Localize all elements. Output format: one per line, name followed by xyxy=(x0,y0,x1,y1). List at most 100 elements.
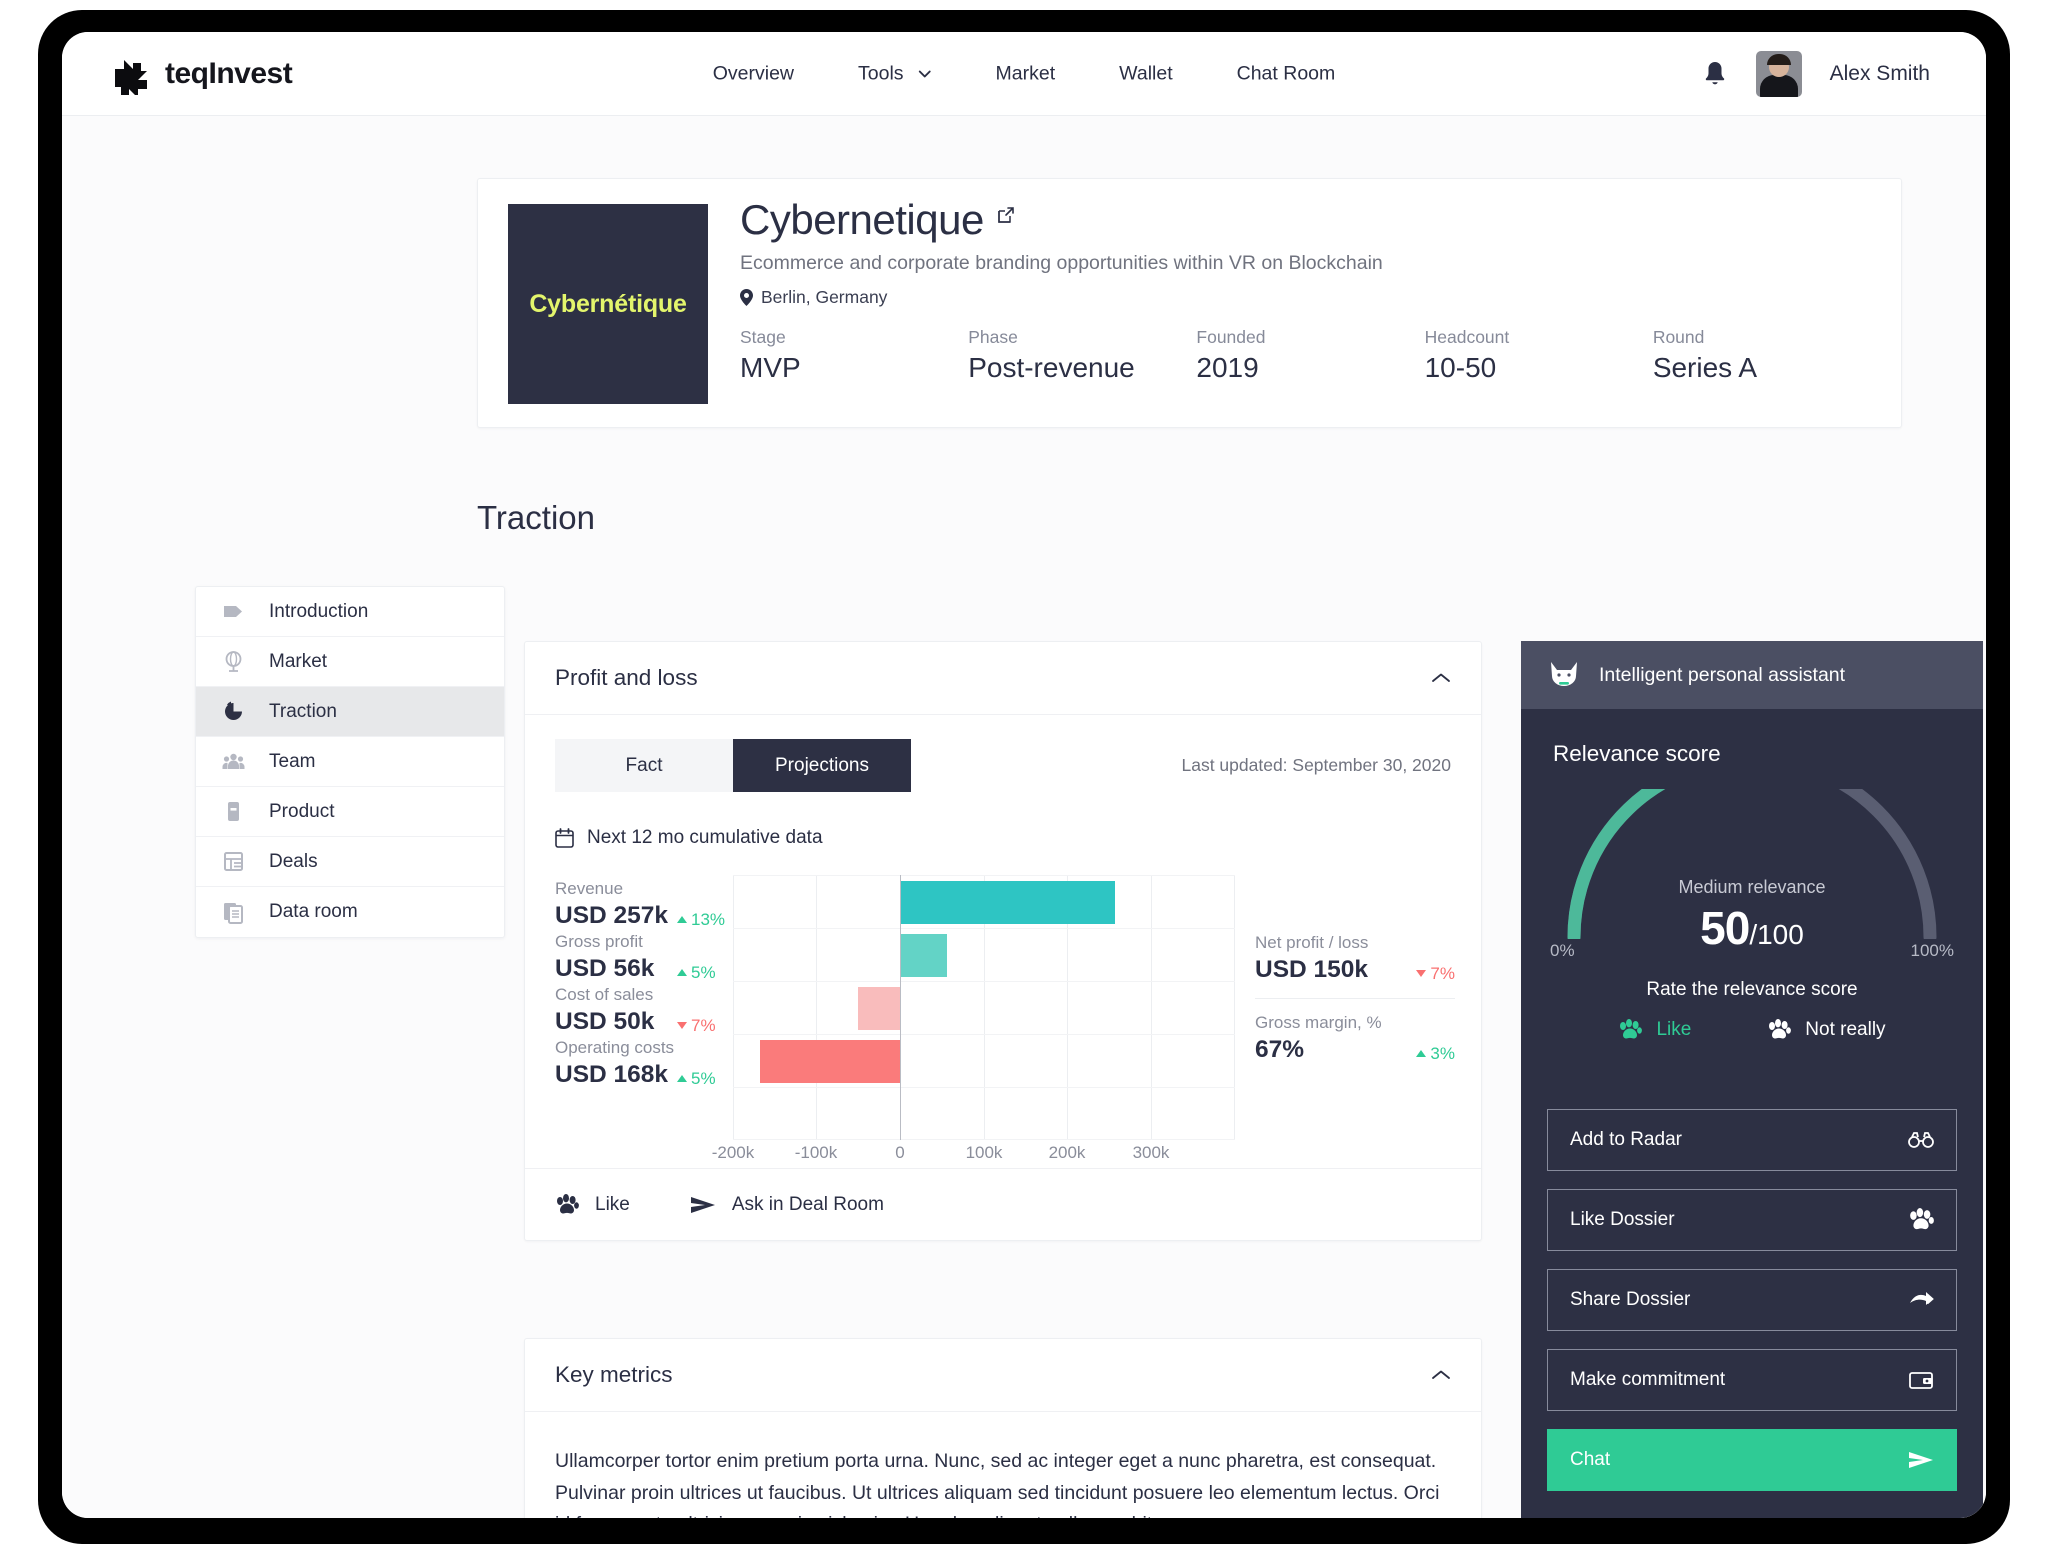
make-commitment-button[interactable]: Make commitment xyxy=(1547,1349,1957,1411)
x-tick-label: 300k xyxy=(1132,1143,1170,1162)
nav-links: Overview Tools Market Wallet Chat Room xyxy=(681,52,1368,95)
delta-text: 7% xyxy=(1430,963,1455,983)
card-title: Profit and loss xyxy=(555,665,698,690)
triangle-down-icon xyxy=(1416,970,1427,977)
sidebar-item-market[interactable]: Market xyxy=(196,637,504,687)
nav-link-chat-room[interactable]: Chat Room xyxy=(1205,52,1368,95)
action-label: Ask in Deal Room xyxy=(731,1193,884,1215)
chevron-up-icon[interactable] xyxy=(1431,1369,1451,1381)
gauge-caption: Medium relevance xyxy=(1678,877,1826,897)
bar-cost-of-sales xyxy=(858,987,900,1030)
page-body: Cybernétique Cybernetique Ecommerce and … xyxy=(62,116,1986,1518)
row-label-value: USD 257k xyxy=(555,902,669,929)
share-arrow-icon xyxy=(1908,1289,1934,1311)
chart-row-cost-of-sales: Cost of sales USD 50k 7% xyxy=(555,985,733,1036)
avatar[interactable] xyxy=(1755,50,1802,97)
sidebar-item-data-room[interactable]: Data room xyxy=(196,887,504,937)
gridline-h xyxy=(733,928,1235,929)
like-button[interactable]: Like xyxy=(555,1193,630,1216)
add-to-radar-button[interactable]: Add to Radar xyxy=(1547,1109,1957,1171)
pl-card-actions: Like Ask in Deal Room xyxy=(525,1168,1481,1240)
rate-actions: Like Not really xyxy=(1521,1019,1983,1041)
nav-link-wallet[interactable]: Wallet xyxy=(1087,52,1204,95)
nav-link-label: Market xyxy=(995,62,1056,84)
row-label-value: USD 168k xyxy=(555,1061,669,1088)
ask-in-deal-room-button[interactable]: Ask in Deal Room xyxy=(690,1194,884,1216)
user-name[interactable]: Alex Smith xyxy=(1830,62,1930,86)
table-icon xyxy=(222,850,245,873)
calendar-icon xyxy=(555,828,574,848)
company-stats: Stage MVP Phase Post-revenue Founded 201… xyxy=(740,327,1881,384)
row-label-name: Cost of sales xyxy=(555,985,654,1004)
gridline-h xyxy=(733,1139,1235,1140)
bell-icon[interactable] xyxy=(1702,60,1728,88)
chat-button[interactable]: Chat xyxy=(1547,1429,1957,1491)
row-label-name: Revenue xyxy=(555,879,624,898)
sidebar-item-traction[interactable]: Traction xyxy=(196,687,504,737)
gridline-h xyxy=(733,875,1235,876)
row-label-delta: 13% xyxy=(677,910,725,930)
bar-operating-costs xyxy=(760,1040,900,1083)
tablet-frame: teqInvest Overview Tools Market Wallet C… xyxy=(38,10,2010,1544)
paw-icon xyxy=(1908,1208,1934,1231)
brand-logo[interactable]: teqInvest xyxy=(112,53,293,95)
triangle-up-icon xyxy=(677,969,687,976)
rate-like-button[interactable]: Like xyxy=(1618,1019,1691,1041)
tab-fact[interactable]: Fact xyxy=(555,739,733,792)
company-logo-text: Cybernétique xyxy=(529,289,687,318)
like-dossier-button[interactable]: Like Dossier xyxy=(1547,1189,1957,1251)
map-pin-icon xyxy=(740,289,753,307)
metric-gross-margin: Gross margin, % 67% 3% xyxy=(1255,998,1455,1078)
gauge-score-value: 50 xyxy=(1700,902,1750,954)
chevron-up-icon[interactable] xyxy=(1431,672,1451,684)
nav-link-tools[interactable]: Tools xyxy=(826,52,964,95)
external-link-icon[interactable] xyxy=(996,205,1016,225)
profit-and-loss-header: Profit and loss xyxy=(525,642,1481,715)
relevance-gauge: Medium relevance 50/100 0% 100% xyxy=(1546,752,1958,961)
stat-value: 2019 xyxy=(1196,352,1259,383)
share-dossier-button[interactable]: Share Dossier xyxy=(1547,1269,1957,1331)
sidebar-item-introduction[interactable]: Introduction xyxy=(196,587,504,637)
x-tick-label: -200k xyxy=(711,1143,755,1162)
gauge-min-label: 0% xyxy=(1550,941,1575,960)
nav-link-market[interactable]: Market xyxy=(964,52,1088,95)
nav-link-overview[interactable]: Overview xyxy=(681,52,826,95)
company-location-text: Berlin, Germany xyxy=(761,287,888,308)
metric-label: Net profit / loss xyxy=(1255,933,1369,952)
sidebar-item-deals[interactable]: Deals xyxy=(196,837,504,887)
screen: teqInvest Overview Tools Market Wallet C… xyxy=(62,32,1986,1518)
sidebar-item-label: Traction xyxy=(269,700,337,722)
stat-label: Phase xyxy=(968,327,1018,347)
gridline-v xyxy=(733,875,734,1140)
chevron-down-icon xyxy=(918,70,931,78)
metric-net-profit-loss: Net profit / loss USD 150k 7% xyxy=(1255,927,1455,998)
rate-not-really-button[interactable]: Not really xyxy=(1767,1019,1886,1041)
stat-label: Headcount xyxy=(1424,327,1510,347)
chart-right-metrics: Net profit / loss USD 150k 7% Gross marg… xyxy=(1255,875,1455,1078)
pl-period[interactable]: Next 12 mo cumulative data xyxy=(555,827,823,849)
triangle-up-icon xyxy=(677,916,687,923)
gridline-v xyxy=(1234,875,1235,1140)
top-navigation-bar: teqInvest Overview Tools Market Wallet C… xyxy=(62,32,1986,116)
paper-plane-icon xyxy=(1908,1449,1934,1471)
profit-loss-chart: Revenue USD 257k 13% Gross profit USD 56… xyxy=(555,875,1455,1175)
company-logo: Cybernétique xyxy=(508,204,708,404)
nav-link-label: Overview xyxy=(712,62,795,84)
key-metrics-body: Ullamcorper tortor enim pretium porta ur… xyxy=(525,1413,1481,1518)
x-tick-label: 0 xyxy=(895,1143,905,1162)
profit-and-loss-card: Profit and loss Fact Projections Last up… xyxy=(524,641,1482,1241)
cat-icon xyxy=(1551,662,1577,686)
sidebar-item-team[interactable]: Team xyxy=(196,737,504,787)
sidebar-item-label: Deals xyxy=(269,850,318,872)
triangle-up-icon xyxy=(677,1075,687,1082)
stat-label: Round xyxy=(1652,327,1705,347)
sidebar-item-product[interactable]: Product xyxy=(196,787,504,837)
company-header-card: Cybernétique Cybernetique Ecommerce and … xyxy=(477,178,1902,428)
metric-value: 67% xyxy=(1255,1036,1305,1063)
avatar-body xyxy=(1759,74,1798,97)
tab-projections[interactable]: Projections xyxy=(733,739,911,792)
key-metrics-card: Key metrics Ullamcorper tortor enim pret… xyxy=(524,1338,1482,1518)
chart-grid xyxy=(733,875,1235,1140)
sidebar-item-label: Team xyxy=(269,750,316,772)
stat-round: Round Series A xyxy=(1653,327,1881,384)
